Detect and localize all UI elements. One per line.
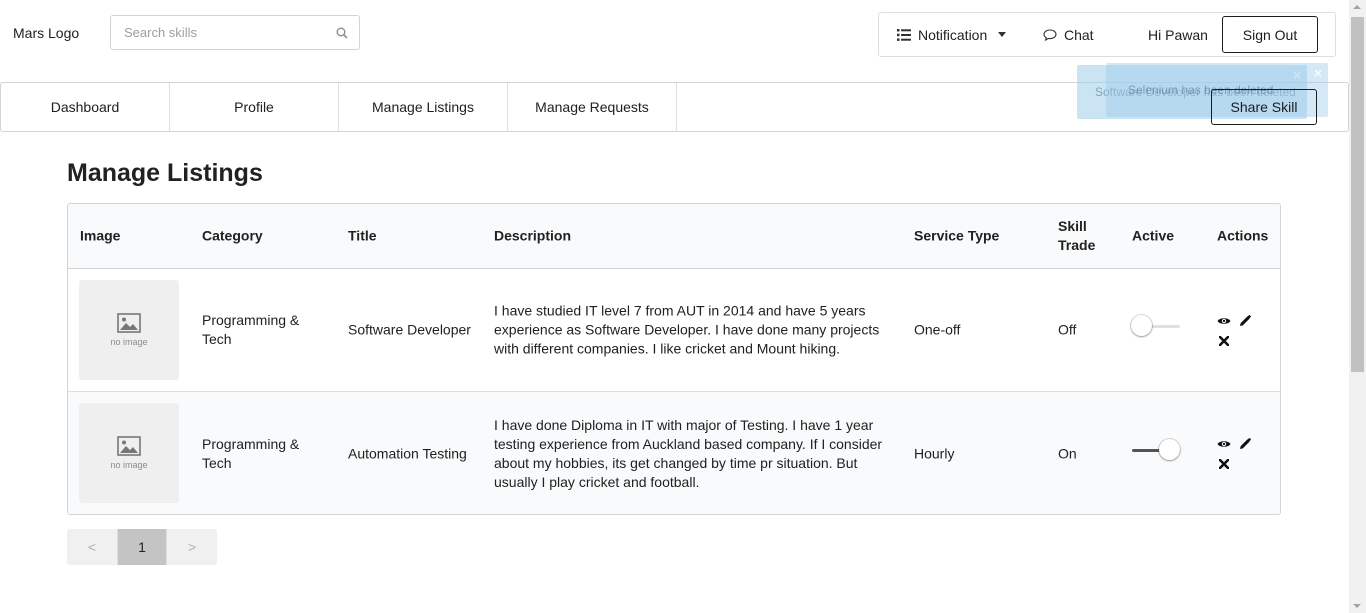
scroll-down-arrow[interactable] (1353, 604, 1361, 608)
scrollbar[interactable] (1349, 0, 1366, 613)
cell-title: Automation Testing (348, 445, 467, 461)
toggle-knob (1159, 438, 1180, 460)
edit-icon[interactable] (1238, 314, 1252, 328)
listings-table: Image Category Title Description Service… (67, 203, 1281, 515)
toggle-knob (1131, 315, 1152, 336)
column-header-category: Category (202, 227, 263, 244)
edit-icon[interactable] (1238, 437, 1252, 451)
notification-dropdown[interactable]: Notification (879, 13, 1023, 56)
active-toggle[interactable] (1131, 438, 1181, 461)
column-header-active: Active (1132, 227, 1175, 244)
sign-out-button[interactable]: Sign Out (1222, 16, 1318, 53)
notification-label: Notification (918, 26, 988, 43)
scroll-up-arrow[interactable] (1353, 5, 1361, 9)
cell-category: Programming & Tech (202, 435, 300, 471)
column-header-title: Title (348, 227, 377, 244)
top-menu: Notification Chat Hi Pawan Sign Out (878, 12, 1336, 57)
nav-manage-listings[interactable]: Manage Listings (339, 83, 508, 131)
cell-category: Programming & Tech (202, 312, 300, 347)
column-header-image: Image (80, 227, 121, 244)
cell-skill-trade: Off (1058, 321, 1077, 338)
delete-icon[interactable] (1217, 334, 1231, 348)
listing-image-placeholder: no image (79, 403, 179, 503)
scrollbar-thumb[interactable] (1351, 17, 1364, 372)
chat-icon (1043, 28, 1057, 41)
chat-link[interactable]: Chat (1023, 13, 1128, 56)
view-icon[interactable] (1217, 437, 1231, 451)
search-input[interactable] (111, 16, 326, 49)
nav-dashboard[interactable]: Dashboard (1, 83, 170, 131)
chevron-down-icon (998, 32, 1007, 37)
listing-image-placeholder: no image (79, 280, 179, 380)
chat-label: Chat (1064, 26, 1094, 43)
view-icon[interactable] (1217, 314, 1231, 328)
cell-description: I have studied IT level 7 from AUT in 20… (494, 302, 880, 357)
pagination-page-1[interactable]: 1 (117, 529, 167, 565)
delete-icon[interactable] (1217, 457, 1231, 471)
cell-title: Software Developer (348, 321, 471, 338)
image-icon (117, 436, 141, 456)
table-row: no image Programming & Tech Software Dev… (68, 269, 1280, 392)
image-icon (117, 313, 141, 333)
nav-profile[interactable]: Profile (170, 83, 339, 131)
column-header-actions: Actions (1217, 227, 1269, 244)
active-toggle[interactable] (1131, 315, 1181, 337)
cell-description: I have done Diploma in IT with major of … (494, 416, 883, 490)
no-image-label: no image (110, 337, 148, 347)
cell-service-type: One-off (914, 321, 961, 338)
column-header-service-type: Service Type (914, 227, 1000, 244)
logo[interactable]: Mars Logo (13, 25, 79, 41)
user-greeting[interactable]: Hi Pawan (1128, 13, 1223, 56)
table-header: Image Category Title Description Service… (68, 204, 1280, 269)
no-image-label: no image (110, 460, 148, 470)
pagination: < 1 > (67, 529, 217, 565)
list-icon (897, 28, 911, 41)
search-icon[interactable] (336, 27, 348, 39)
cell-service-type: Hourly (914, 445, 955, 461)
column-header-description: Description (494, 227, 572, 244)
share-skill-button[interactable]: Share Skill (1211, 89, 1317, 125)
column-header-skill-trade: Skill Trade (1058, 218, 1096, 253)
pagination-next[interactable]: > (167, 529, 217, 565)
close-icon[interactable]: × (1314, 65, 1322, 81)
page-title: Manage Listings (67, 159, 263, 187)
nav-manage-requests[interactable]: Manage Requests (508, 83, 677, 131)
pagination-prev[interactable]: < (67, 529, 117, 565)
cell-skill-trade: On (1058, 445, 1077, 461)
search-box (110, 15, 360, 50)
table-row: no image Programming & Tech Automation T… (68, 392, 1280, 514)
